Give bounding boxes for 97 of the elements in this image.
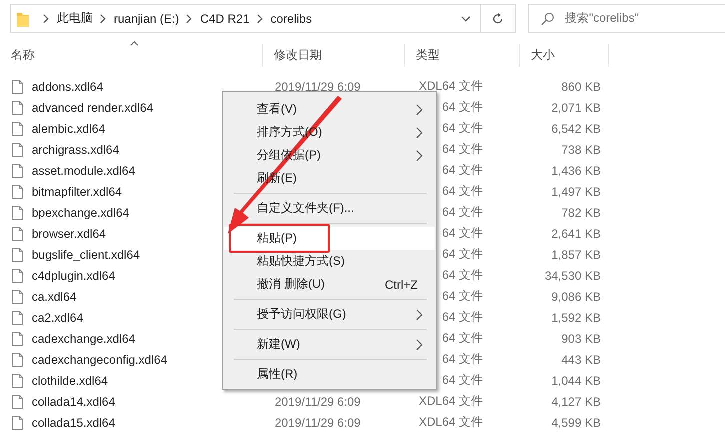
menu-item[interactable]: 撤消 删除(U) Ctrl+Z	[224, 273, 435, 296]
file-size: 738 KB	[562, 142, 601, 156]
file-size: 4,599 KB	[552, 416, 601, 430]
file-icon	[12, 416, 23, 430]
search-field[interactable]: 搜索"corelibs"	[528, 4, 725, 33]
file-size: 1,436 KB	[552, 164, 601, 178]
file-name[interactable]: cadexchangeconfig.xdl64	[32, 352, 168, 366]
menu-item[interactable]: 属性(R)	[224, 363, 435, 386]
file-icon	[12, 352, 23, 366]
file-type: 64 文件	[442, 183, 483, 200]
file-type: 64 文件	[442, 141, 483, 158]
file-icon	[12, 206, 23, 220]
file-name[interactable]: bugslife_client.xdl64	[32, 248, 140, 262]
file-type: 64 文件	[442, 330, 483, 347]
file-name[interactable]: collada15.xdl64	[32, 416, 116, 430]
file-icon	[12, 226, 23, 240]
file-name[interactable]: cadexchange.xdl64	[32, 332, 136, 346]
column-header[interactable]: 大小	[531, 47, 555, 64]
file-icon	[12, 80, 23, 94]
column-header[interactable]: 类型	[416, 47, 440, 64]
file-icon	[12, 374, 23, 388]
file-type: 64 文件	[442, 225, 483, 242]
file-icon	[12, 248, 23, 262]
file-size: 6,542 KB	[552, 122, 601, 136]
file-name[interactable]: addons.xdl64	[32, 80, 104, 94]
breadcrumb[interactable]: 此电脑	[57, 10, 93, 27]
file-icon	[12, 164, 23, 178]
file-size: 443 KB	[562, 352, 601, 366]
file-name[interactable]: asset.module.xdl64	[32, 164, 136, 178]
file-type: XDL64 文件	[418, 78, 483, 95]
file-size: 860 KB	[562, 80, 601, 94]
file-name[interactable]: collada14.xdl64	[32, 394, 116, 408]
file-type: 64 文件	[442, 204, 483, 221]
file-name[interactable]: clothilde.xdl64	[32, 374, 108, 388]
file-type: 64 文件	[442, 351, 483, 368]
file-name[interactable]: c4dplugin.xdl64	[32, 268, 116, 282]
shortcut-label: Ctrl+Z	[385, 278, 418, 292]
file-size: 2,641 KB	[552, 226, 601, 240]
menu-item[interactable]: 授予访问权限(G)	[224, 303, 435, 326]
file-type: 64 文件	[442, 288, 483, 305]
modified-date: 2019/11/29 6:09	[275, 80, 361, 94]
file-size: 2,071 KB	[552, 100, 601, 114]
file-type: 64 文件	[442, 120, 483, 137]
address-bar[interactable]: 此电脑 ruanjian (E:) C4D R21 corelibs	[10, 4, 516, 33]
refresh-icon	[492, 12, 504, 24]
file-size: 1,857 KB	[552, 248, 601, 262]
file-size: 1,044 KB	[552, 374, 601, 388]
menu-item[interactable]: 粘贴(P)	[224, 227, 435, 250]
chevron-right-icon	[99, 14, 107, 24]
breadcrumb[interactable]: corelibs	[270, 12, 312, 26]
dropdown-icon[interactable]	[461, 16, 472, 22]
file-icon	[12, 142, 23, 156]
menu-item[interactable]: 自定义文件夹(F)...	[224, 197, 435, 220]
menu-item[interactable]: 新建(W)	[224, 333, 435, 356]
file-icon	[12, 310, 23, 324]
file-icon	[12, 100, 23, 114]
file-name[interactable]: ca.xdl64	[32, 290, 77, 304]
file-icon	[12, 290, 23, 304]
file-type: 64 文件	[442, 246, 483, 263]
breadcrumb[interactable]: C4D R21	[200, 12, 250, 26]
file-size: 1,592 KB	[552, 310, 601, 324]
file-size: 4,127 KB	[552, 394, 601, 408]
column-header[interactable]: 名称	[11, 47, 35, 64]
column-header[interactable]: 修改日期	[274, 47, 322, 64]
file-icon	[12, 394, 23, 408]
file-size: 782 KB	[562, 206, 601, 220]
file-size: 903 KB	[562, 332, 601, 346]
chevron-right-icon	[42, 14, 50, 24]
file-name[interactable]: advanced render.xdl64	[32, 100, 154, 114]
file-icon	[12, 184, 23, 198]
file-type: 64 文件	[442, 99, 483, 116]
file-name[interactable]: browser.xdl64	[32, 226, 106, 240]
file-type: 64 文件	[442, 309, 483, 326]
file-icon	[12, 332, 23, 346]
file-name[interactable]: alembic.xdl64	[32, 122, 106, 136]
chevron-right-icon	[256, 14, 264, 24]
file-name[interactable]: bitmapfilter.xdl64	[32, 184, 122, 198]
file-name[interactable]: ca2.xdl64	[32, 310, 84, 324]
file-size: 9,086 KB	[552, 290, 601, 304]
modified-date: 2019/11/29 6:09	[275, 416, 361, 430]
modified-date: 2019/11/29 6:09	[275, 394, 361, 408]
file-size: 1,497 KB	[552, 184, 601, 198]
menu-item[interactable]: 粘贴快捷方式(S)	[224, 250, 435, 273]
file-type: 64 文件	[442, 372, 483, 389]
file-name[interactable]: archigrass.xdl64	[32, 142, 120, 156]
file-size: 34,530 KB	[544, 268, 601, 282]
file-type: XDL64 文件	[418, 393, 483, 410]
file-type: 64 文件	[442, 162, 483, 179]
chevron-right-icon	[185, 14, 194, 24]
file-type: 64 文件	[442, 267, 483, 284]
search-icon	[541, 12, 556, 26]
breadcrumb[interactable]: ruanjian (E:)	[114, 12, 180, 26]
file-name[interactable]: bpexchange.xdl64	[32, 206, 130, 220]
menu-item[interactable]: 查看(V)	[224, 98, 435, 121]
file-icon	[12, 268, 23, 282]
file-icon	[12, 122, 23, 136]
file-type: XDL64 文件	[418, 414, 483, 431]
